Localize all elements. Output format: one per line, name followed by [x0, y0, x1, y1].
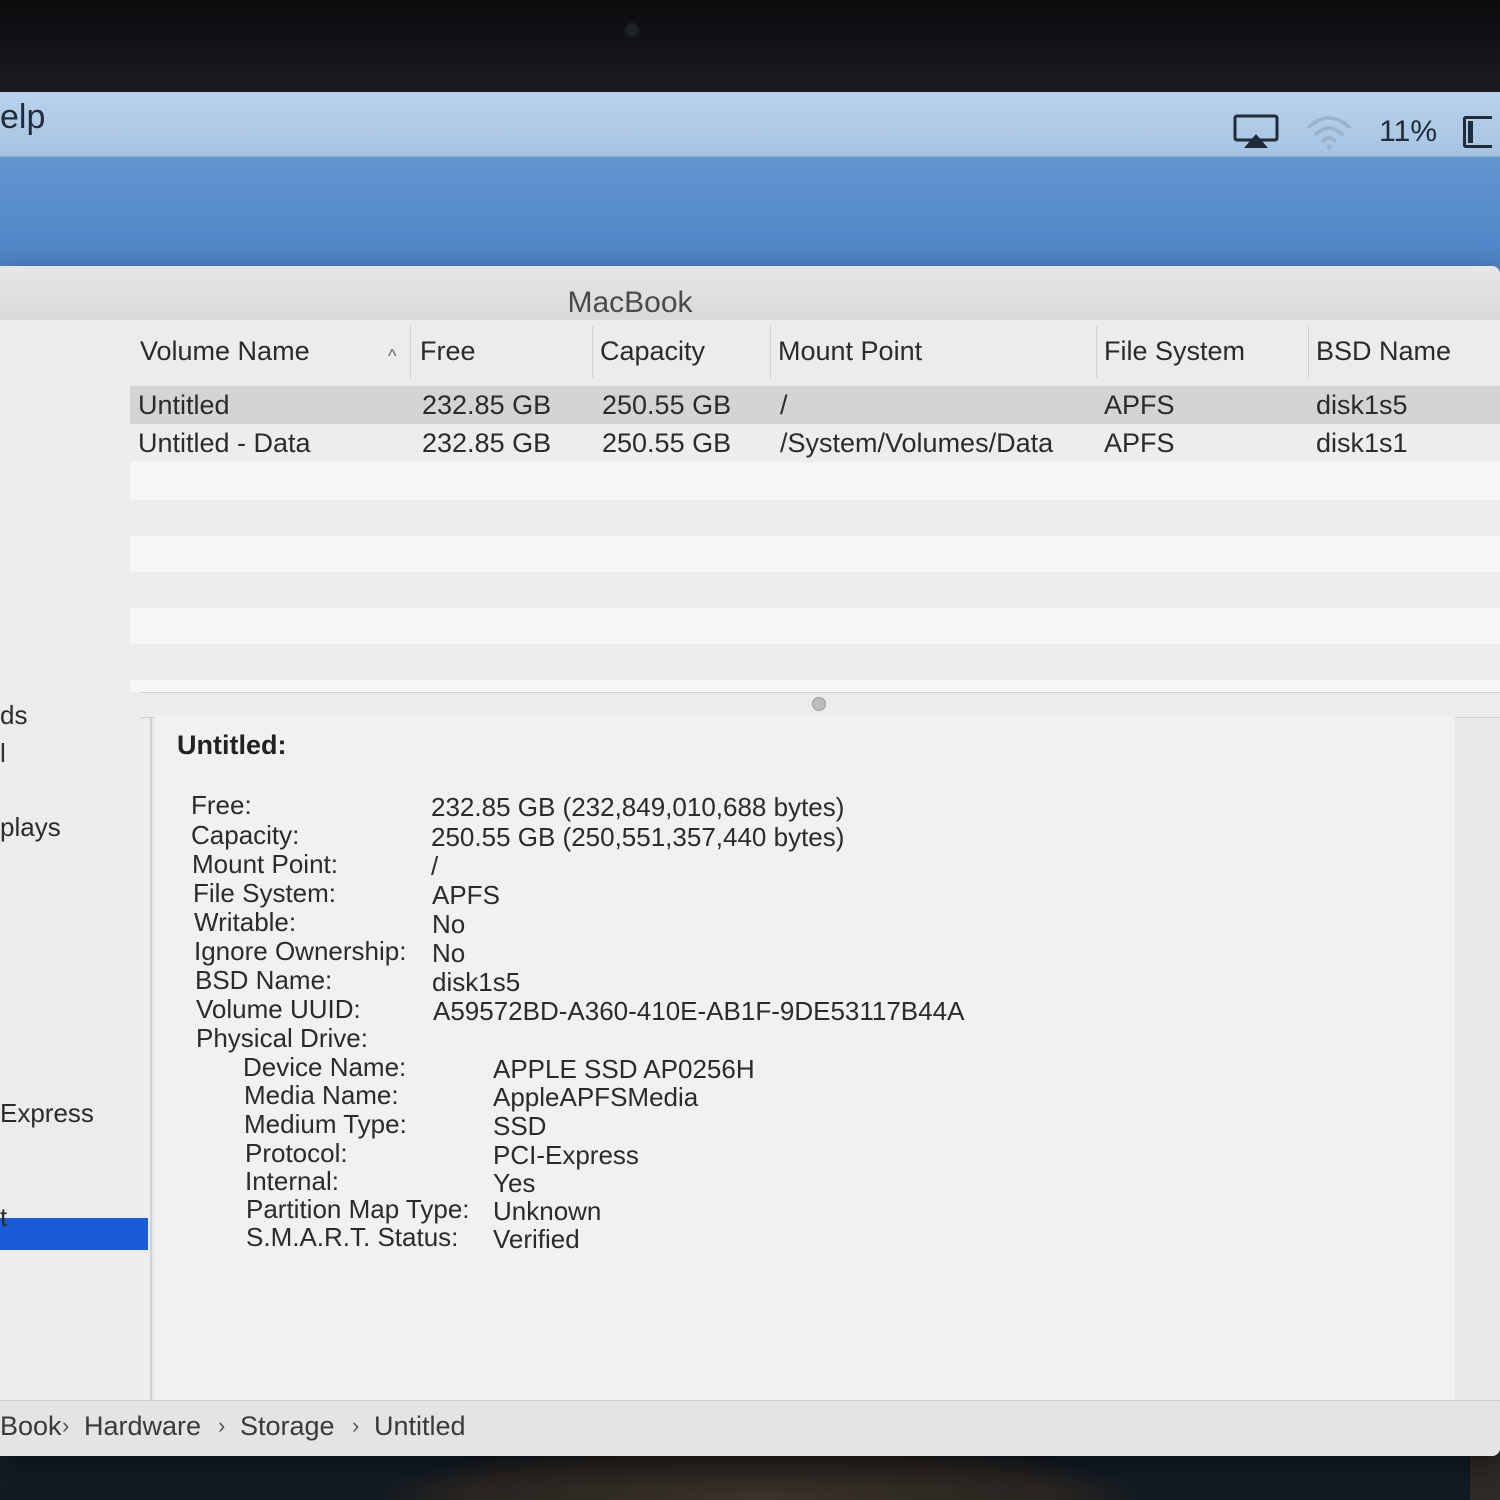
drive-label: Media Name: [244, 1080, 399, 1110]
wifi-icon[interactable] [1305, 113, 1353, 151]
table-header: Volume Name ^ Free Capacity Mount Point … [130, 320, 1500, 387]
column-header-file-system[interactable]: File System [1104, 336, 1245, 367]
drive-value: Yes [493, 1168, 536, 1198]
drive-label: Partition Map Type: [246, 1194, 470, 1224]
splitter-handle[interactable] [812, 697, 826, 711]
detail-label: Capacity: [191, 820, 300, 850]
drive-label: Device Name: [243, 1052, 407, 1082]
breadcrumb: Book › Hardware › Storage › Untitled [0, 1400, 1500, 1456]
column-header-bsd-name[interactable]: BSD Name [1316, 336, 1451, 367]
cell-capacity: 250.55 GB [602, 428, 732, 458]
chevron-right-icon: › [218, 1413, 226, 1438]
cell-volume-name: Untitled [138, 390, 230, 420]
detail-label: Mount Point: [192, 849, 338, 879]
cell-volume-name: Untitled - Data [138, 428, 311, 458]
sidebar-item[interactable]: t [0, 1202, 7, 1233]
detail-value: 232.85 GB (232,849,010,688 bytes) [431, 792, 845, 822]
drive-label: Internal: [245, 1166, 339, 1196]
cell-free: 232.85 GB [422, 428, 552, 458]
empty-row [130, 500, 1500, 536]
battery-percentage[interactable]: 11% [1379, 115, 1437, 149]
cell-mount-point: /System/Volumes/Data [780, 428, 1054, 458]
menu-status-area: 11% [1233, 112, 1500, 152]
detail-value: disk1s5 [432, 967, 521, 997]
drive-value: APPLE SSD AP0256H [493, 1054, 755, 1084]
detail-value: A59572BD-A360-410E-AB1F-9DE53117B44A [433, 996, 965, 1026]
detail-value: No [432, 938, 466, 968]
column-header-capacity[interactable]: Capacity [600, 336, 705, 367]
drive-value: Verified [493, 1224, 580, 1254]
cell-bsd-name: disk1s1 [1316, 428, 1408, 458]
cell-capacity: 250.55 GB [602, 390, 732, 420]
breadcrumb-item[interactable]: Storage [240, 1411, 335, 1442]
drive-label: Protocol: [245, 1138, 348, 1168]
detail-label: Volume UUID: [196, 994, 361, 1024]
column-header-mount-point[interactable]: Mount Point [778, 336, 922, 367]
drive-label: Medium Type: [244, 1109, 407, 1139]
breadcrumb-item[interactable]: Book [0, 1411, 62, 1442]
detail-value: No [432, 909, 466, 939]
sidebar-item[interactable]: plays [0, 812, 61, 843]
drive-value: AppleAPFSMedia [493, 1082, 699, 1112]
breadcrumb-item[interactable]: Hardware [84, 1411, 201, 1442]
detail-label: Ignore Ownership: [194, 936, 407, 966]
cell-file-system: APFS [1104, 428, 1175, 458]
detail-label: Writable: [194, 907, 297, 937]
chevron-right-icon: › [62, 1413, 70, 1438]
cell-free: 232.85 GB [422, 390, 552, 420]
battery-icon[interactable] [1463, 116, 1492, 148]
drive-value: PCI-Express [493, 1140, 639, 1170]
column-header-free[interactable]: Free [420, 336, 476, 367]
sort-ascending-icon[interactable]: ^ [388, 346, 396, 367]
window-title: MacBook [567, 286, 693, 319]
detail-title: Untitled: [177, 730, 287, 760]
sidebar-item[interactable]: Express [0, 1098, 94, 1129]
camera [626, 24, 638, 36]
detail-label: File System: [193, 878, 337, 908]
drive-value: SSD [493, 1111, 547, 1141]
detail-label: Free: [191, 790, 252, 820]
cell-file-system: APFS [1104, 390, 1175, 420]
detail-label: Physical Drive: [196, 1023, 368, 1053]
detail-label: BSD Name: [195, 965, 333, 995]
drive-label: S.M.A.R.T. Status: [246, 1222, 459, 1252]
system-information-window: MacBook ds l plays Express t Volume Name… [0, 266, 1500, 1456]
volume-detail-pane: Untitled: Free: 232.85 GB (232,849,010,6… [155, 716, 1455, 1406]
cell-bsd-name: disk1s5 [1316, 390, 1408, 420]
sidebar-item[interactable]: l [0, 738, 6, 769]
column-header-volume-name[interactable]: Volume Name [140, 336, 310, 367]
sidebar-item[interactable]: ds [0, 700, 27, 731]
pane-splitter[interactable] [140, 692, 1500, 718]
window-titlebar[interactable]: MacBook [0, 266, 1500, 321]
detail-value: / [431, 851, 439, 881]
detail-value: APFS [432, 880, 500, 910]
screen-bezel [0, 0, 1500, 92]
table-row[interactable]: Untitled 232.85 GB 250.55 GB / APFS disk… [130, 386, 1500, 424]
chevron-right-icon: › [352, 1413, 360, 1438]
menu-help[interactable]: elp [0, 98, 45, 137]
empty-row [130, 572, 1500, 608]
empty-row [130, 644, 1500, 680]
table-row[interactable]: Untitled - Data 232.85 GB 250.55 GB /Sys… [130, 424, 1500, 462]
drive-value: Unknown [493, 1196, 602, 1226]
detail-value: 250.55 GB (250,551,357,440 bytes) [431, 822, 845, 852]
sidebar-selected-item[interactable] [0, 1218, 148, 1250]
airplay-icon[interactable] [1233, 114, 1279, 150]
cell-mount-point: / [780, 390, 788, 420]
breadcrumb-item[interactable]: Untitled [374, 1411, 466, 1442]
volumes-table[interactable]: Volume Name ^ Free Capacity Mount Point … [130, 320, 1500, 692]
